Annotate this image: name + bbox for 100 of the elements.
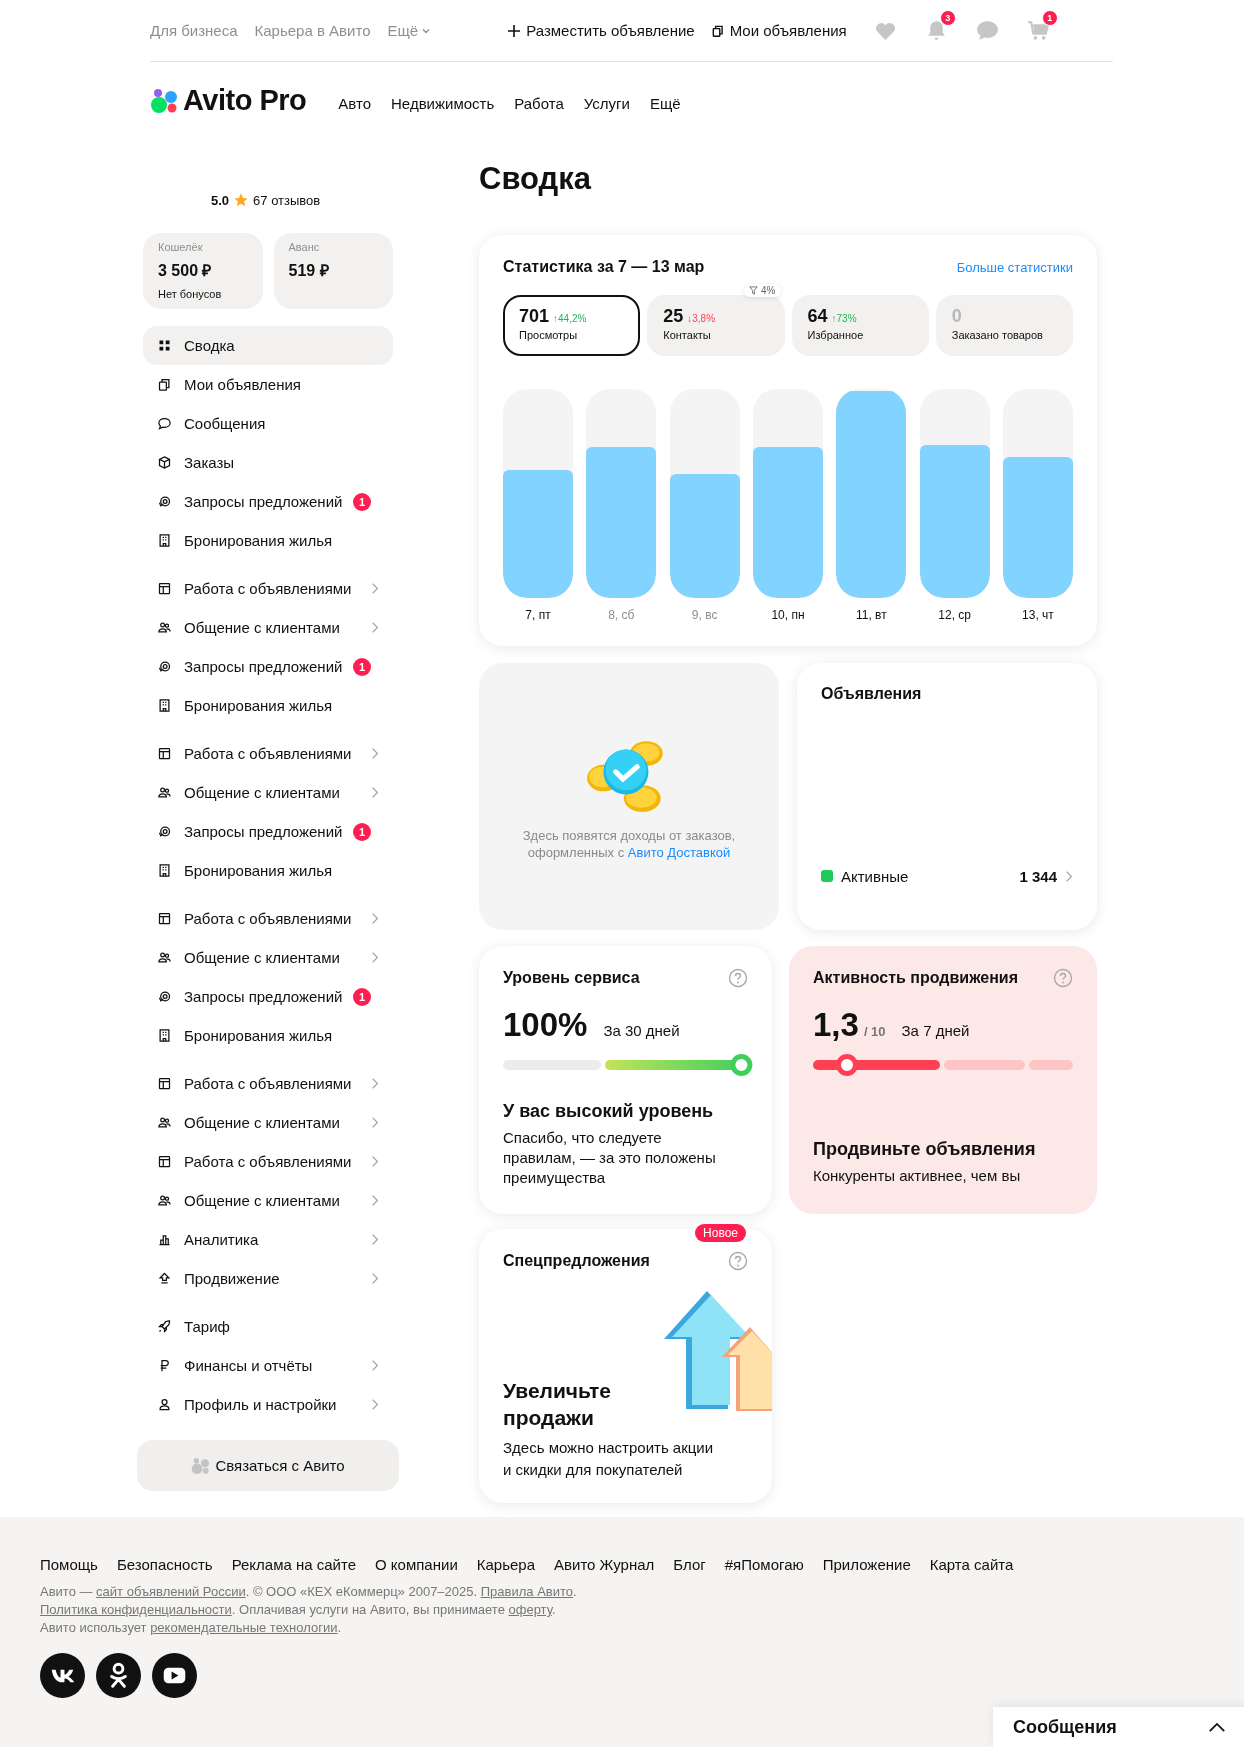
metric-change: ↓3,8% (687, 313, 716, 324)
sidebar-item[interactable]: Запросы предложений 1 (143, 482, 393, 521)
card-title: Уровень сервиса (503, 969, 640, 987)
footer-link[interactable]: Реклама на сайте (231, 1556, 357, 1573)
my-ads-link[interactable]: Мои объявления (710, 22, 847, 39)
chevron-icon (371, 582, 379, 595)
sidebar-item[interactable]: Запросы предложений 1 (143, 812, 393, 851)
sidebar-item[interactable]: Работа с объявлениями (143, 1064, 393, 1103)
chart-icon (157, 1232, 172, 1247)
sidebar-item[interactable]: Работа с объявлениями (143, 1142, 393, 1181)
balance-card[interactable]: Аванс 519 ₽ (273, 233, 393, 309)
metric-tab[interactable]: 64 ↑73% Избранное (791, 295, 929, 356)
sidebar-item[interactable]: Бронирования жилья (143, 1016, 393, 1055)
help-icon[interactable] (1053, 968, 1073, 988)
count-badge: 1 (353, 492, 371, 511)
reviews-link[interactable]: 67 отзывов (253, 192, 321, 208)
metric-value: 0 (951, 306, 962, 327)
sidebar-item[interactable]: Профиль и настройки (143, 1385, 393, 1424)
star-icon (233, 192, 250, 208)
logo-icon (191, 1456, 212, 1475)
count-badge: 1 (353, 657, 371, 676)
chevron-up-icon[interactable] (1208, 1721, 1226, 1733)
sidebar-item-label: Бронирования жилья (184, 532, 333, 549)
rocket-icon (157, 1319, 172, 1334)
period-label: За 7 дней (901, 1022, 970, 1039)
upload-icon (157, 1271, 172, 1286)
footer-link[interactable]: Блог (673, 1556, 706, 1573)
metric-tab[interactable]: 25 ↓3,8% Контакты (647, 295, 785, 356)
social-icon[interactable] (40, 1653, 85, 1698)
logo-text[interactable]: Avito Pro (183, 84, 307, 117)
contact-button[interactable]: Связаться с Авито (137, 1440, 399, 1491)
footer-link[interactable]: Безопасность (116, 1556, 213, 1573)
new-badge: Новое (695, 1224, 746, 1242)
sidebar-item-label: Общение с клиентами (184, 619, 340, 636)
post-ad-link[interactable]: Разместить объявление (507, 22, 695, 39)
sidebar-item[interactable]: Финансы и отчёты (143, 1346, 393, 1385)
building-icon (157, 863, 172, 878)
logo-icon[interactable] (150, 87, 180, 114)
sidebar-item[interactable]: Бронирования жилья (143, 851, 393, 890)
chat-icon (157, 416, 172, 431)
footer-link[interactable]: #яПомогаю (724, 1556, 804, 1573)
social-icon[interactable] (152, 1653, 197, 1698)
sidebar-item-label: Сообщения (184, 415, 266, 432)
legal-link[interactable]: оферту (508, 1602, 552, 1617)
balance-note: Нет бонусов (158, 288, 223, 300)
footer-link[interactable]: Карта сайта (929, 1556, 1014, 1573)
legal-link[interactable]: Политика конфиденциальности (40, 1602, 232, 1617)
sidebar-item[interactable]: Общение с клиентами (143, 938, 393, 977)
footer-link[interactable]: Авито Журнал (554, 1556, 655, 1573)
window-icon (157, 1076, 172, 1091)
nav-link[interactable]: Недвижимость (391, 95, 495, 112)
sidebar-item[interactable]: Общение с клиентами (143, 773, 393, 812)
nav-link[interactable]: Авто (338, 95, 372, 112)
footer-link[interactable]: Помощь (40, 1556, 98, 1573)
sidebar-item[interactable]: Работа с объявлениями (143, 734, 393, 773)
sidebar-item[interactable]: Продвижение (143, 1259, 393, 1298)
sidebar-item[interactable]: Запросы предложений 1 (143, 977, 393, 1016)
sidebar-item[interactable]: Сводка (143, 326, 393, 365)
social-icon[interactable] (96, 1653, 141, 1698)
sidebar-item[interactable]: Общение с клиентами (143, 608, 393, 647)
sidebar-item[interactable]: Бронирования жилья (143, 521, 393, 560)
help-icon[interactable] (728, 1251, 748, 1271)
page-title: Сводка (479, 161, 593, 197)
footer-link[interactable]: Приложение (822, 1556, 911, 1573)
chevron-icon (371, 1359, 379, 1372)
ads-status-row[interactable]: Активные 1 344 (821, 864, 1073, 888)
sidebar-item[interactable]: Сообщения (143, 404, 393, 443)
legal-link[interactable]: сайт объявлений России (96, 1584, 246, 1599)
help-icon[interactable] (728, 968, 748, 988)
people-icon (157, 1115, 172, 1130)
card-title: Объявления (821, 685, 923, 703)
sidebar-item[interactable]: Работа с объявлениями (143, 899, 393, 938)
people-icon (157, 950, 172, 965)
person-icon (157, 1397, 172, 1412)
sidebar-item[interactable]: Работа с объявлениями (143, 569, 393, 608)
footer-link[interactable]: О компании (375, 1556, 458, 1573)
messages-widget[interactable]: Сообщения (993, 1707, 1244, 1747)
nav-link[interactable]: Работа (514, 95, 564, 112)
footer-link[interactable]: Карьера (476, 1556, 536, 1573)
window-icon (157, 581, 172, 596)
income-text: Здесь появятся доходы от заказов, оформленных с Авито Доставкой (521, 827, 737, 861)
sidebar-item[interactable]: Общение с клиентами (143, 1181, 393, 1220)
sidebar-item[interactable]: Заказы (143, 443, 393, 482)
metric-value: 64 (807, 306, 828, 327)
chevron-icon (371, 747, 379, 760)
balance-card[interactable]: Кошелёк 3 500 ₽ Нет бонусов (143, 233, 263, 309)
metric-tab[interactable]: 701 ↑44,2% Просмотры (503, 295, 641, 356)
sidebar-item[interactable]: Общение с клиентами (143, 1103, 393, 1142)
sidebar-item[interactable]: Бронирования жилья (143, 686, 393, 725)
sidebar-item[interactable]: Тариф (143, 1307, 393, 1346)
nav-link[interactable]: Услуги (583, 95, 630, 112)
box-icon (157, 455, 172, 470)
sidebar-item[interactable]: Аналитика (143, 1220, 393, 1259)
nav-link[interactable]: Ещё (649, 95, 681, 112)
sidebar-item-label: Запросы предложений (184, 493, 343, 510)
metric-change: ↑73% (831, 313, 857, 324)
sidebar-item[interactable]: Запросы предложений 1 (143, 647, 393, 686)
sidebar-item[interactable]: Мои объявления (143, 365, 393, 404)
sidebar-item-label: Запросы предложений (184, 988, 343, 1005)
people-icon (157, 785, 172, 800)
